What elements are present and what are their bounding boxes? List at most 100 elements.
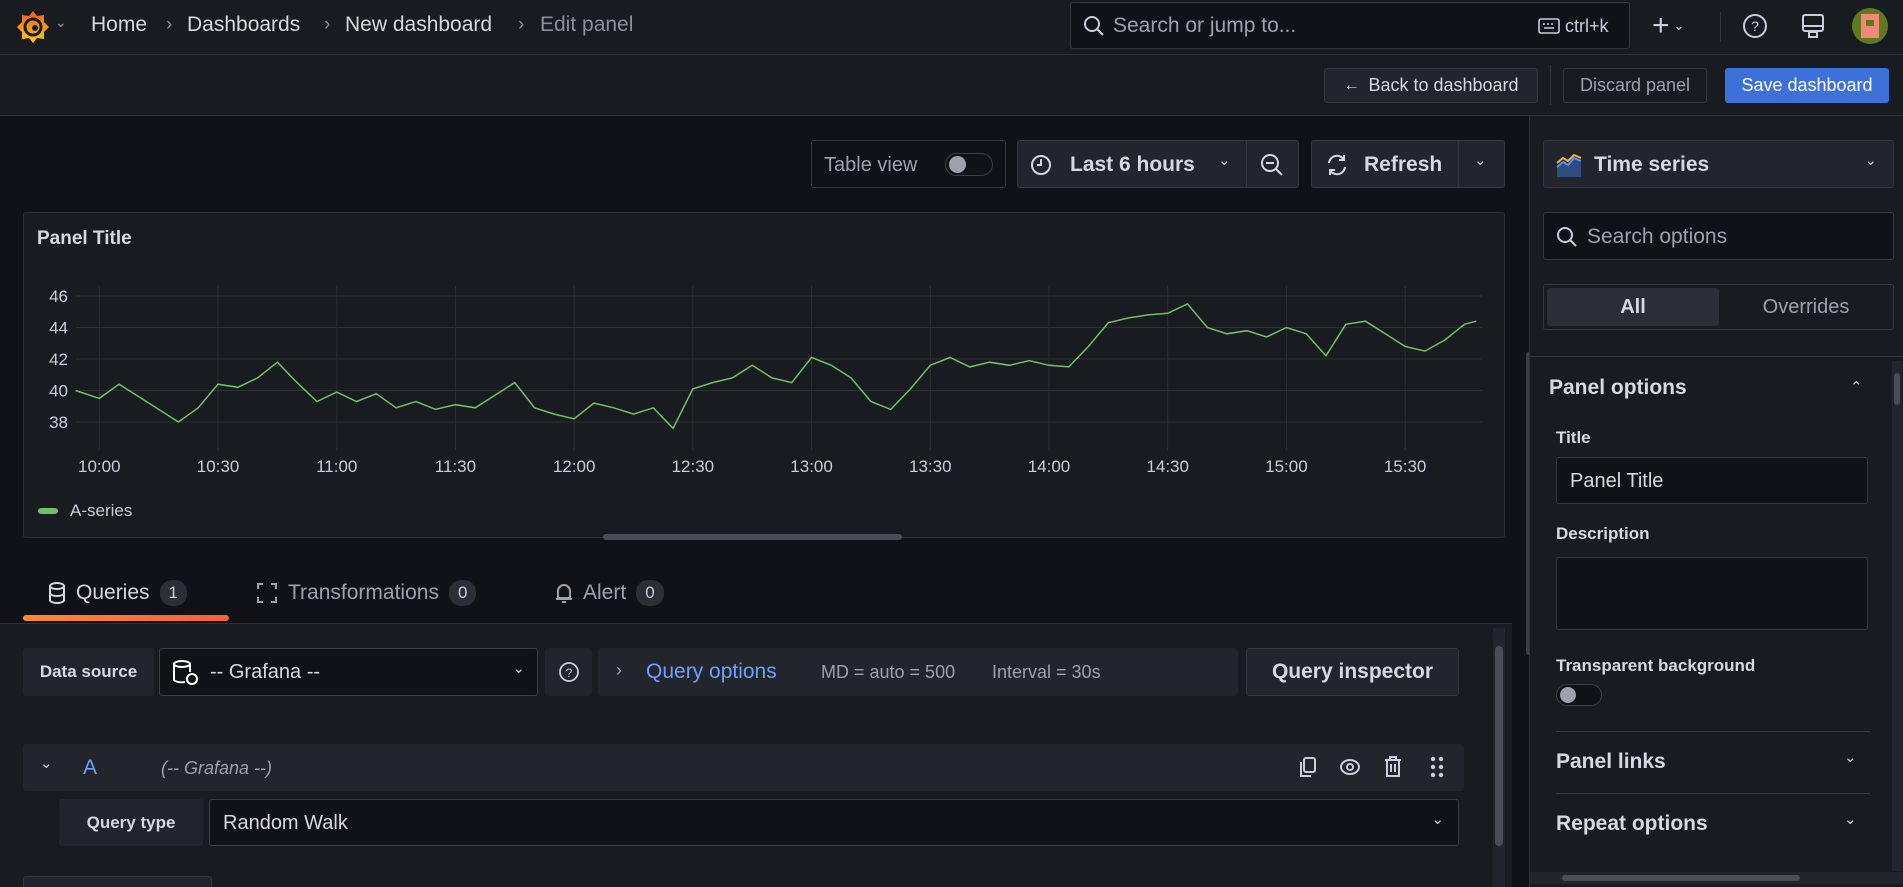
x-tick-label: 10:00 xyxy=(78,457,121,476)
x-tick-label: 14:30 xyxy=(1146,457,1189,476)
x-tick-label: 15:30 xyxy=(1384,457,1427,476)
refresh-button[interactable]: Refresh xyxy=(1364,153,1442,177)
tab-all[interactable]: All xyxy=(1547,288,1719,326)
x-tick-label: 10:30 xyxy=(197,457,240,476)
time-series-icon xyxy=(1556,153,1582,177)
options-vertical-scrollbar[interactable] xyxy=(1892,361,1902,871)
count-badge: 1 xyxy=(159,580,187,606)
visualization-label: Time series xyxy=(1594,153,1710,176)
chevron-down-icon[interactable]: ⌄ xyxy=(1844,810,1857,828)
duplicate-icon[interactable] xyxy=(1298,756,1318,778)
y-tick-label: 46 xyxy=(49,287,68,306)
trash-icon[interactable] xyxy=(1383,755,1403,778)
panel-preview: Panel Title 38 40 42 44 46 10:00 10:30 11:00 11:… xyxy=(23,212,1505,540)
query-options-toggle[interactable]: › Query options MD = auto = 500 Interval… xyxy=(598,648,1238,696)
query-type-select[interactable]: Random Walk ⌄ xyxy=(209,799,1459,846)
breadcrumb-edit-panel: Edit panel xyxy=(540,13,634,36)
description-textarea[interactable] xyxy=(1556,557,1868,630)
panel-links-header[interactable]: Panel links xyxy=(1556,750,1666,774)
logo-chevron-icon[interactable]: ⌄ xyxy=(55,14,67,31)
repeat-options-header[interactable]: Repeat options xyxy=(1556,812,1708,836)
chevron-right-icon: › xyxy=(616,660,622,680)
search-options-input[interactable]: Search options xyxy=(1543,212,1894,260)
refresh-picker[interactable]: Refresh ⌄ xyxy=(1311,140,1505,188)
visualization-picker[interactable]: Time series ⌄ xyxy=(1543,140,1894,188)
tab-overrides[interactable]: Overrides xyxy=(1722,288,1890,326)
series-line-a xyxy=(75,302,1477,430)
transparent-background-switch[interactable] xyxy=(1556,684,1602,706)
breadcrumb-new-dashboard[interactable]: New dashboard xyxy=(345,13,492,37)
divider xyxy=(1550,65,1551,105)
table-view-switch[interactable] xyxy=(945,153,993,176)
panel-resize-handle[interactable] xyxy=(603,534,902,540)
x-tick-label: 13:30 xyxy=(909,457,952,476)
back-label: Back to dashboard xyxy=(1368,75,1519,95)
zoom-out-icon[interactable] xyxy=(1260,153,1284,177)
x-tick-label: 15:00 xyxy=(1265,457,1308,476)
options-filter-tabs: All Overrides xyxy=(1543,284,1894,330)
query-datasource-name: (-- Grafana --) xyxy=(161,758,273,778)
tab-transformations[interactable]: Transformations 0 xyxy=(256,580,477,606)
title-input[interactable]: Panel Title xyxy=(1556,457,1868,504)
grafana-logo-icon[interactable] xyxy=(16,9,50,50)
tab-queries[interactable]: Queries 1 xyxy=(48,580,187,606)
x-tick-label: 11:00 xyxy=(316,457,357,476)
search-input[interactable]: Search or jump to... ctrl+k xyxy=(1070,2,1630,49)
chevron-down-icon: ⌄ xyxy=(1864,152,1877,169)
search-icon xyxy=(1557,227,1577,247)
y-tick-label: 42 xyxy=(49,350,68,369)
divider xyxy=(1720,12,1721,42)
y-tick-label: 44 xyxy=(49,319,68,338)
table-view-toggle[interactable]: Table view xyxy=(811,140,1006,188)
eye-icon[interactable] xyxy=(1339,757,1361,777)
legend-item-a-series[interactable]: A-series xyxy=(38,501,132,521)
new-menu-button[interactable]: + ⌄ xyxy=(1652,9,1700,43)
query-ref-id[interactable]: A xyxy=(83,756,97,780)
help-icon: ? xyxy=(558,662,579,682)
y-tick-label: 38 xyxy=(49,413,68,432)
data-source-help-button[interactable]: ? xyxy=(545,648,592,696)
title-input-value: Panel Title xyxy=(1570,470,1664,492)
data-source-picker[interactable]: -- Grafana -- ⌄ xyxy=(159,648,538,696)
breadcrumb-separator-icon: › xyxy=(324,14,331,35)
divider xyxy=(1556,793,1870,794)
breadcrumb-dashboards[interactable]: Dashboards xyxy=(187,13,300,37)
help-icon[interactable]: ? xyxy=(1742,13,1768,39)
tab-alert[interactable]: Alert 0 xyxy=(555,580,664,606)
x-tick-label: 14:00 xyxy=(1028,457,1071,476)
legend-color-swatch xyxy=(38,508,58,514)
keyboard-icon xyxy=(1538,18,1560,34)
count-badge: 0 xyxy=(448,580,477,606)
chevron-down-icon[interactable]: ⌄ xyxy=(1844,748,1857,766)
monitor-icon[interactable] xyxy=(1800,13,1826,39)
arrow-left-icon: ← xyxy=(1343,76,1360,94)
avatar[interactable] xyxy=(1852,8,1888,44)
back-to-dashboard-button[interactable]: ← Back to dashboard xyxy=(1324,68,1538,103)
save-dashboard-button[interactable]: Save dashboard xyxy=(1725,68,1889,103)
options-horizontal-scrollbar[interactable] xyxy=(1530,872,1902,884)
search-icon xyxy=(1084,16,1104,36)
discard-panel-button[interactable]: Discard panel xyxy=(1563,68,1707,103)
x-tick-label: 12:00 xyxy=(553,457,596,476)
breadcrumb-separator-icon: › xyxy=(518,14,525,35)
collapse-chevron-icon[interactable]: ⌄ xyxy=(40,754,53,772)
clock-icon xyxy=(1031,155,1051,175)
query-inspector-button[interactable]: Query inspector xyxy=(1246,648,1459,696)
time-picker[interactable]: Last 6 hours ⌄ xyxy=(1017,140,1299,188)
drag-handle-icon[interactable] xyxy=(1430,756,1444,778)
refresh-interval-chevron-icon[interactable]: ⌄ xyxy=(1474,151,1487,169)
chevron-up-icon[interactable]: ⌃ xyxy=(1850,378,1863,396)
panel-options-header[interactable]: Panel options xyxy=(1549,376,1687,400)
data-source-label: Data source xyxy=(23,648,154,696)
bell-icon xyxy=(556,584,572,603)
max-data-points: MD = auto = 500 xyxy=(821,662,956,682)
table-view-label: Table view xyxy=(824,154,918,176)
add-query-button[interactable] xyxy=(23,876,212,887)
query-editor-scrollbar[interactable] xyxy=(1493,628,1505,887)
tab-label: Queries xyxy=(76,581,150,604)
legend-label: A-series xyxy=(70,501,133,520)
data-source-value: -- Grafana -- xyxy=(210,661,321,683)
breadcrumb-home[interactable]: Home xyxy=(91,13,147,37)
search-placeholder: Search or jump to... xyxy=(1113,14,1297,37)
divider xyxy=(1556,731,1870,732)
